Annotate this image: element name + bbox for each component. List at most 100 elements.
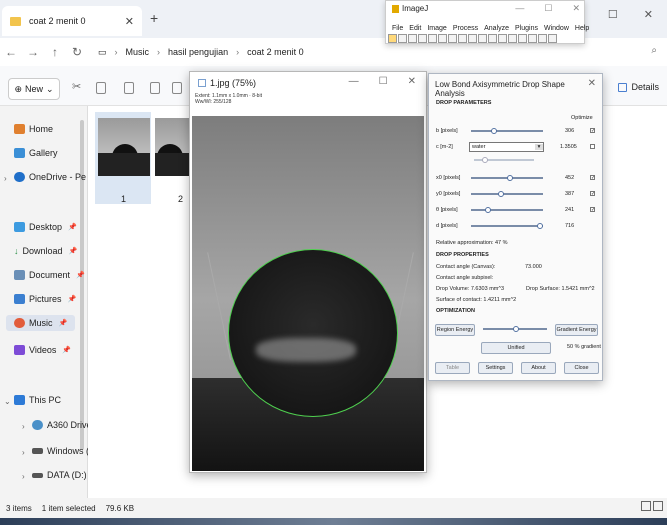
close-icon[interactable]: ✕ bbox=[408, 76, 416, 87]
copy-icon[interactable] bbox=[96, 82, 106, 94]
zoom-tool-icon[interactable] bbox=[478, 34, 487, 43]
param-checkbox[interactable]: ✓ bbox=[590, 175, 595, 181]
param-theta-slider[interactable] bbox=[471, 207, 543, 213]
param-checkbox[interactable]: ✓ bbox=[590, 191, 595, 197]
freehand-tool-icon[interactable] bbox=[418, 34, 427, 43]
oval-tool-icon[interactable] bbox=[398, 34, 407, 43]
param-d-slider[interactable] bbox=[471, 223, 543, 229]
sidebar-item-downloads[interactable]: ↓ Download 📌 bbox=[14, 246, 77, 256]
param-checkbox[interactable]: ✓ bbox=[590, 128, 595, 134]
close-tab-icon[interactable]: ✕ bbox=[125, 15, 134, 28]
search-icon[interactable]: ⌕ bbox=[651, 45, 657, 56]
brush-tool-icon[interactable] bbox=[508, 34, 517, 43]
share-icon[interactable] bbox=[172, 82, 182, 94]
sidebar-item-pictures[interactable]: Pictures 📌 bbox=[14, 294, 76, 304]
drop-image-canvas[interactable] bbox=[192, 116, 424, 471]
region-energy-button[interactable]: Region Energy bbox=[435, 324, 475, 336]
menu-plugins[interactable]: Plugins bbox=[515, 25, 538, 32]
maximize-icon[interactable]: ☐ bbox=[544, 3, 552, 14]
line-tool-icon[interactable] bbox=[428, 34, 437, 43]
minimize-icon[interactable]: — bbox=[349, 76, 359, 87]
new-button[interactable]: ⊕ New ⌄ bbox=[8, 78, 60, 100]
gradient-energy-button[interactable]: Gradient Energy bbox=[555, 324, 598, 336]
wand-tool-icon[interactable] bbox=[458, 34, 467, 43]
param-c-slider[interactable] bbox=[474, 157, 534, 163]
close-button[interactable]: Close bbox=[564, 362, 599, 374]
close-icon[interactable]: ✕ bbox=[644, 8, 653, 30]
maximize-icon[interactable]: ☐ bbox=[379, 76, 388, 87]
expand-chevron-icon[interactable]: › bbox=[22, 422, 25, 431]
hand-tool-icon[interactable] bbox=[488, 34, 497, 43]
menu-image[interactable]: Image bbox=[427, 25, 446, 32]
breadcrumb-item[interactable]: hasil pengujian bbox=[168, 47, 228, 57]
menu-window[interactable]: Window bbox=[544, 25, 569, 32]
menu-file[interactable]: File bbox=[392, 25, 403, 32]
refresh-icon[interactable]: ↻ bbox=[66, 45, 88, 59]
param-x0-slider[interactable] bbox=[471, 175, 543, 181]
menu-analyze[interactable]: Analyze bbox=[484, 25, 509, 32]
file-thumbnail[interactable] bbox=[155, 118, 189, 176]
flood-tool-icon[interactable] bbox=[528, 34, 537, 43]
close-icon[interactable]: ✕ bbox=[572, 3, 580, 14]
polygon-tool-icon[interactable] bbox=[408, 34, 417, 43]
param-value: 1.3505 bbox=[560, 144, 577, 150]
sidebar-item-desktop[interactable]: Desktop 📌 bbox=[14, 222, 77, 232]
sidebar-item-data-d[interactable]: DATA (D:) bbox=[32, 470, 87, 480]
new-tab-button[interactable]: + bbox=[150, 10, 158, 26]
explorer-tab[interactable]: coat 2 menit 0 ✕ bbox=[2, 6, 142, 36]
text-tool-icon[interactable] bbox=[468, 34, 477, 43]
paste-icon[interactable] bbox=[124, 82, 134, 94]
minimize-icon[interactable]: — bbox=[515, 3, 524, 14]
param-checkbox[interactable] bbox=[590, 144, 595, 149]
sidebar-item-home[interactable]: Home bbox=[14, 124, 53, 134]
menu-edit[interactable]: Edit bbox=[409, 25, 421, 32]
file-label[interactable]: 1 bbox=[121, 194, 126, 204]
sidebar-scrollbar[interactable] bbox=[80, 120, 84, 450]
unified-button[interactable]: Unified bbox=[481, 342, 551, 354]
file-thumbnail[interactable] bbox=[98, 118, 150, 176]
sidebar-item-music[interactable]: Music 📌 bbox=[6, 315, 76, 331]
expand-chevron-icon[interactable]: › bbox=[4, 174, 7, 183]
cut-icon[interactable]: ✂ bbox=[72, 80, 81, 93]
angle-tool-icon[interactable] bbox=[438, 34, 447, 43]
details-view-icon[interactable] bbox=[641, 501, 651, 511]
breadcrumb-item[interactable]: coat 2 menit 0 bbox=[247, 47, 304, 57]
menu-help[interactable]: Help bbox=[575, 25, 589, 32]
table-button[interactable]: Table bbox=[435, 362, 470, 374]
maximize-icon[interactable]: ☐ bbox=[608, 8, 618, 30]
sidebar-item-documents[interactable]: Document 📌 bbox=[14, 270, 85, 280]
sidebar-item-onedrive[interactable]: OneDrive - Pe bbox=[14, 172, 86, 182]
forward-icon[interactable]: → bbox=[22, 45, 44, 59]
expand-chevron-icon[interactable]: › bbox=[22, 448, 25, 457]
param-b-slider[interactable] bbox=[471, 128, 543, 134]
dropper-tool-icon[interactable] bbox=[498, 34, 507, 43]
sidebar-item-videos[interactable]: Videos 📌 bbox=[14, 345, 71, 355]
breadcrumb-item[interactable]: Music bbox=[126, 47, 150, 57]
file-label[interactable]: 2 bbox=[178, 194, 183, 204]
pencil-tool-icon[interactable] bbox=[518, 34, 527, 43]
up-icon[interactable]: ↑ bbox=[44, 45, 66, 59]
point-tool-icon[interactable] bbox=[448, 34, 457, 43]
about-button[interactable]: About bbox=[521, 362, 556, 374]
details-button[interactable]: Details bbox=[618, 82, 659, 92]
thumbnail-view-icon[interactable] bbox=[653, 501, 663, 511]
close-icon[interactable]: ✕ bbox=[588, 78, 596, 89]
sidebar-item-windows-c[interactable]: Windows (C bbox=[32, 446, 96, 456]
fluid-select[interactable]: water ▾ bbox=[469, 142, 544, 152]
expand-chevron-icon[interactable]: ⌄ bbox=[4, 397, 11, 406]
sidebar-item-gallery[interactable]: Gallery bbox=[14, 148, 58, 158]
sidebar-item-a360[interactable]: A360 Drive bbox=[32, 420, 92, 430]
energy-slider[interactable] bbox=[483, 326, 547, 332]
arrow-tool-icon[interactable] bbox=[538, 34, 547, 43]
rectangle-tool-icon[interactable] bbox=[388, 34, 397, 43]
param-checkbox[interactable]: ✓ bbox=[590, 207, 595, 213]
more-tools-icon[interactable] bbox=[548, 34, 557, 43]
menu-process[interactable]: Process bbox=[453, 25, 478, 32]
back-icon[interactable]: ← bbox=[0, 45, 22, 59]
param-label: c [m-2] bbox=[436, 144, 453, 150]
settings-button[interactable]: Settings bbox=[478, 362, 513, 374]
sidebar-item-this-pc[interactable]: This PC bbox=[14, 395, 61, 405]
param-y0-slider[interactable] bbox=[471, 191, 543, 197]
rename-icon[interactable] bbox=[150, 82, 160, 94]
expand-chevron-icon[interactable]: › bbox=[22, 472, 25, 481]
